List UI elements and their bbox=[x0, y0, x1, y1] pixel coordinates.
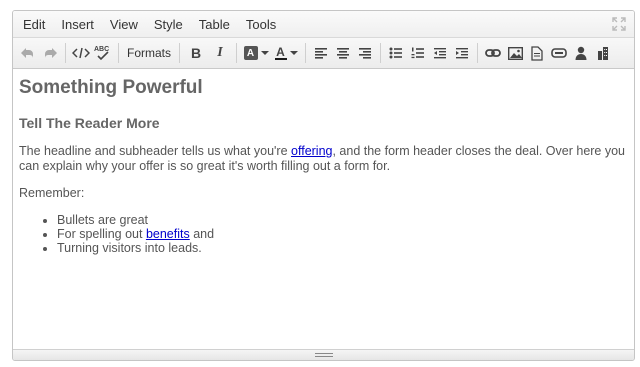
image-icon bbox=[507, 46, 523, 60]
align-right-button[interactable] bbox=[354, 41, 376, 65]
menu-style[interactable]: Style bbox=[146, 11, 191, 38]
align-center-button[interactable] bbox=[332, 41, 354, 65]
chevron-down-icon bbox=[260, 51, 269, 55]
outdent-icon bbox=[434, 48, 447, 59]
numbered-list-icon bbox=[411, 47, 425, 59]
svg-text:ABC: ABC bbox=[94, 46, 109, 53]
document-button[interactable] bbox=[526, 41, 548, 65]
table-icon bbox=[598, 46, 609, 60]
resize-handle[interactable] bbox=[314, 353, 333, 359]
text-color-icon: A bbox=[274, 44, 287, 60]
indent-icon bbox=[456, 48, 469, 59]
link-button[interactable] bbox=[482, 41, 504, 65]
spellcheck-button[interactable]: ABC bbox=[92, 41, 114, 65]
align-right-icon bbox=[359, 48, 372, 59]
bullet-list: Bullets are great For spelling out benef… bbox=[57, 213, 628, 255]
list-item: Bullets are great bbox=[57, 213, 628, 227]
undo-button[interactable] bbox=[17, 41, 39, 65]
media-icon bbox=[551, 48, 567, 58]
editor-content-area[interactable]: Something Powerful Tell The Reader More … bbox=[13, 69, 634, 349]
background-color-icon: A bbox=[243, 46, 258, 60]
align-left-button[interactable] bbox=[310, 41, 332, 65]
spellcheck-icon: ABC bbox=[94, 46, 109, 61]
menu-view[interactable]: View bbox=[102, 11, 146, 38]
menu-edit[interactable]: Edit bbox=[15, 11, 53, 38]
chevron-down-icon bbox=[289, 51, 298, 55]
redo-icon bbox=[45, 48, 57, 58]
fullscreen-icon[interactable] bbox=[612, 17, 626, 31]
toolbar-separator bbox=[380, 43, 382, 63]
table-button[interactable] bbox=[592, 41, 614, 65]
menu-insert[interactable]: Insert bbox=[53, 11, 102, 38]
list-item: For spelling out benefits and bbox=[57, 227, 628, 241]
indent-button[interactable] bbox=[451, 41, 473, 65]
bullet-list-icon bbox=[389, 47, 403, 59]
bold-button[interactable]: B bbox=[184, 41, 208, 65]
toolbar-separator bbox=[477, 43, 479, 63]
benefits-link[interactable]: benefits bbox=[146, 227, 190, 241]
user-button[interactable] bbox=[570, 41, 592, 65]
outdent-button[interactable] bbox=[429, 41, 451, 65]
background-color-button[interactable]: A bbox=[241, 41, 271, 65]
bullet-list-button[interactable] bbox=[385, 41, 407, 65]
image-button[interactable] bbox=[504, 41, 526, 65]
align-left-icon bbox=[315, 48, 328, 59]
menu-tools[interactable]: Tools bbox=[238, 11, 284, 38]
statusbar bbox=[13, 349, 634, 360]
redo-button[interactable] bbox=[39, 41, 61, 65]
toolbar-separator bbox=[179, 43, 181, 63]
user-icon bbox=[575, 46, 587, 60]
content-paragraph: The headline and subheader tells us what… bbox=[19, 144, 626, 173]
source-code-icon bbox=[72, 47, 90, 59]
numbered-list-button[interactable] bbox=[407, 41, 429, 65]
italic-icon: I bbox=[217, 45, 223, 60]
content-heading: Something Powerful bbox=[19, 77, 203, 98]
bold-icon: B bbox=[190, 45, 202, 61]
link-icon bbox=[485, 49, 501, 57]
undo-icon bbox=[21, 48, 33, 58]
text-color-button[interactable]: A bbox=[271, 41, 301, 65]
toolbar-separator bbox=[305, 43, 307, 63]
toolbar: ABC Formats B I A A bbox=[13, 38, 634, 69]
toolbar-separator bbox=[118, 43, 119, 63]
source-code-button[interactable] bbox=[70, 41, 92, 65]
italic-button[interactable]: I bbox=[208, 41, 232, 65]
toolbar-separator bbox=[236, 43, 238, 63]
content-subheading: Tell The Reader More bbox=[19, 115, 160, 131]
toolbar-separator bbox=[65, 43, 66, 63]
list-item: Turning visitors into leads. bbox=[57, 241, 628, 255]
menubar: Edit Insert View Style Table Tools bbox=[13, 11, 634, 38]
rich-text-editor: Edit Insert View Style Table Tools ABC F… bbox=[12, 10, 635, 361]
media-button[interactable] bbox=[548, 41, 570, 65]
offering-link[interactable]: offering bbox=[291, 144, 332, 158]
content-paragraph-remember: Remember: bbox=[19, 186, 85, 200]
document-icon bbox=[531, 45, 543, 61]
align-center-icon bbox=[337, 48, 350, 59]
menu-table[interactable]: Table bbox=[191, 11, 238, 38]
formats-dropdown[interactable]: Formats bbox=[123, 41, 175, 65]
